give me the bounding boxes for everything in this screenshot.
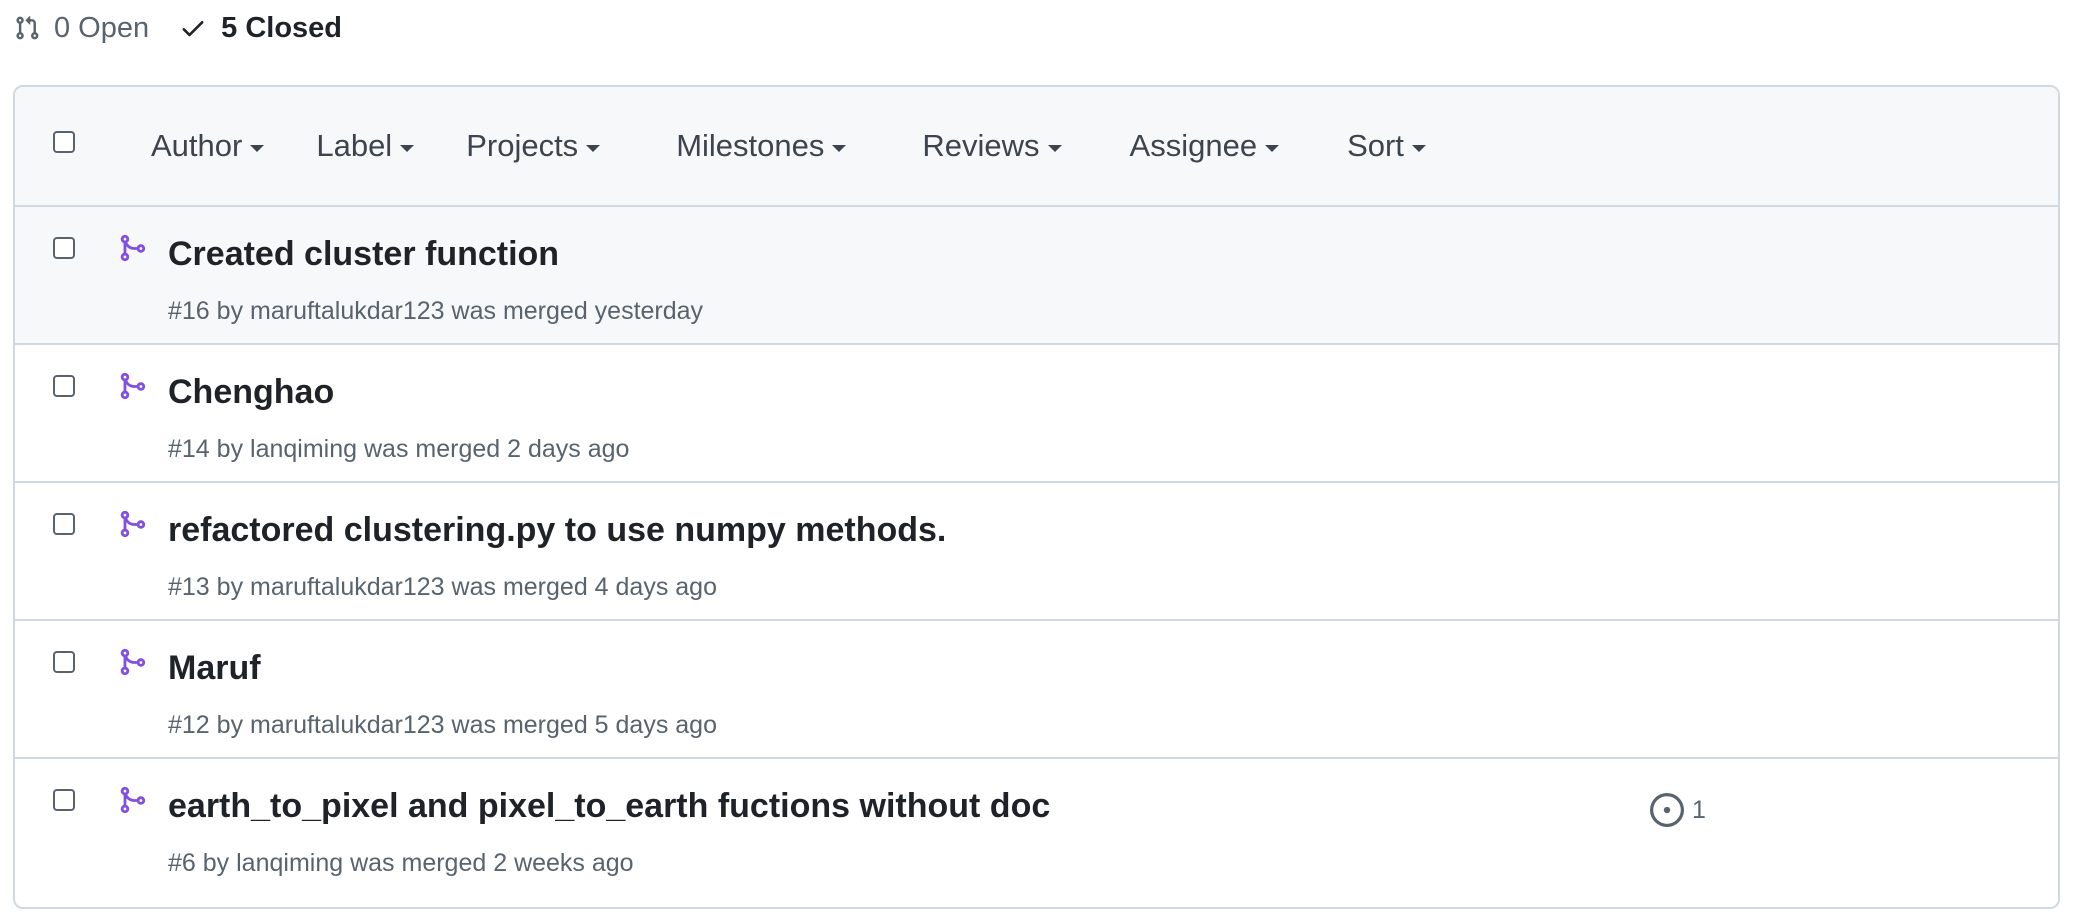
pr-meta: #6 by lanqiming was merged 2 weeks ago	[168, 849, 634, 878]
projects-filter-label: Projects	[466, 128, 579, 163]
select-all-checkbox[interactable]	[53, 131, 75, 153]
pr-select-checkbox[interactable]	[53, 375, 75, 397]
pr-select-checkbox[interactable]	[53, 513, 75, 535]
list-header: Author Label Projects Milestones Reviews…	[15, 87, 2058, 207]
filter-bar: Author Label Projects Milestones Reviews…	[151, 87, 1426, 205]
pr-number: #14	[168, 435, 210, 463]
pr-row: earth_to_pixel and pixel_to_earth fuctio…	[15, 759, 2058, 897]
pr-by: by	[216, 435, 244, 463]
pr-row: Created cluster function #16 by maruftal…	[15, 207, 2058, 345]
pr-title-link[interactable]: earth_to_pixel and pixel_to_earth fuctio…	[168, 787, 1050, 826]
pr-by: by	[216, 711, 244, 739]
pr-author-link[interactable]: maruftalukdar123	[250, 573, 445, 601]
pr-state-toggle: 0 Open 5 Closed	[14, 8, 342, 48]
pr-meta: #14 by lanqiming was merged 2 days ago	[168, 435, 629, 464]
pr-select-checkbox[interactable]	[53, 789, 75, 811]
milestones-filter[interactable]: Milestones	[676, 128, 847, 164]
pr-number: #16	[168, 297, 210, 325]
pr-time: 5 days ago	[594, 711, 717, 739]
pr-status: was merged	[364, 435, 501, 463]
git-pull-request-icon	[16, 15, 39, 40]
pr-row: Maruf #12 by maruftalukdar123 was merged…	[15, 621, 2058, 759]
git-merge-icon	[120, 372, 146, 400]
milestones-filter-label: Milestones	[676, 128, 825, 163]
open-state-link[interactable]: 0 Open	[14, 12, 149, 45]
pr-status: was merged	[350, 849, 487, 877]
linked-issues-link[interactable]: 1	[1650, 793, 1706, 827]
pr-author-link[interactable]: maruftalukdar123	[250, 297, 445, 325]
chevron-down-icon	[1411, 144, 1426, 152]
pr-by: by	[216, 297, 244, 325]
pr-number: #6	[168, 849, 196, 877]
pr-status: was merged	[451, 711, 588, 739]
pr-author-link[interactable]: lanqiming	[250, 435, 357, 463]
chevron-down-icon	[250, 144, 265, 152]
pr-meta: #13 by maruftalukdar123 was merged 4 day…	[168, 573, 717, 602]
pr-row: Chenghao #14 by lanqiming was merged 2 d…	[15, 345, 2058, 483]
pr-time: 2 weeks ago	[493, 849, 634, 877]
closed-count-label: 5 Closed	[221, 11, 343, 44]
closed-state-link[interactable]: 5 Closed	[179, 12, 342, 45]
chevron-down-icon	[832, 144, 847, 152]
pr-number: #12	[168, 711, 210, 739]
author-filter-label: Author	[151, 128, 243, 163]
pr-status: was merged	[451, 573, 588, 601]
pr-title-link[interactable]: Maruf	[168, 649, 261, 688]
pr-by: by	[216, 573, 244, 601]
git-merge-icon	[120, 786, 146, 814]
pr-by: by	[202, 849, 230, 877]
chevron-down-icon	[1047, 144, 1062, 152]
pr-status: was merged	[451, 297, 588, 325]
sort-filter[interactable]: Sort	[1347, 128, 1426, 164]
author-filter[interactable]: Author	[151, 128, 265, 164]
pr-title-link[interactable]: Chenghao	[168, 373, 334, 412]
pr-title-link[interactable]: Created cluster function	[168, 235, 559, 274]
pr-select-checkbox[interactable]	[53, 237, 75, 259]
pr-time: 2 days ago	[507, 435, 630, 463]
git-merge-icon	[120, 510, 146, 538]
issue-opened-icon	[1650, 793, 1684, 827]
label-filter[interactable]: Label	[316, 128, 415, 164]
pr-time: 4 days ago	[594, 573, 717, 601]
pr-time: yesterday	[594, 297, 704, 325]
git-merge-icon	[120, 648, 146, 676]
check-icon	[182, 21, 204, 37]
pr-author-link[interactable]: maruftalukdar123	[250, 711, 445, 739]
assignee-filter-label: Assignee	[1129, 128, 1258, 163]
chevron-down-icon	[400, 144, 415, 152]
pr-number: #13	[168, 573, 210, 601]
projects-filter[interactable]: Projects	[466, 128, 601, 164]
label-filter-label: Label	[316, 128, 393, 163]
open-count-label: 0 Open	[54, 11, 150, 44]
pr-title-link[interactable]: refactored clustering.py to use numpy me…	[168, 511, 946, 550]
assignee-filter[interactable]: Assignee	[1130, 128, 1280, 164]
linked-issues-count: 1	[1692, 795, 1706, 824]
pr-author-link[interactable]: lanqiming	[236, 849, 343, 877]
chevron-down-icon	[1265, 144, 1280, 152]
reviews-filter[interactable]: Reviews	[922, 128, 1062, 164]
sort-filter-label: Sort	[1347, 128, 1404, 163]
pr-meta: #12 by maruftalukdar123 was merged 5 day…	[168, 711, 717, 740]
chevron-down-icon	[586, 144, 601, 152]
pr-meta: #16 by maruftalukdar123 was merged yeste…	[168, 297, 703, 326]
reviews-filter-label: Reviews	[922, 128, 1040, 163]
git-merge-icon	[120, 234, 146, 262]
pull-request-list: Author Label Projects Milestones Reviews…	[13, 85, 2060, 909]
pr-select-checkbox[interactable]	[53, 651, 75, 673]
pr-row: refactored clustering.py to use numpy me…	[15, 483, 2058, 621]
